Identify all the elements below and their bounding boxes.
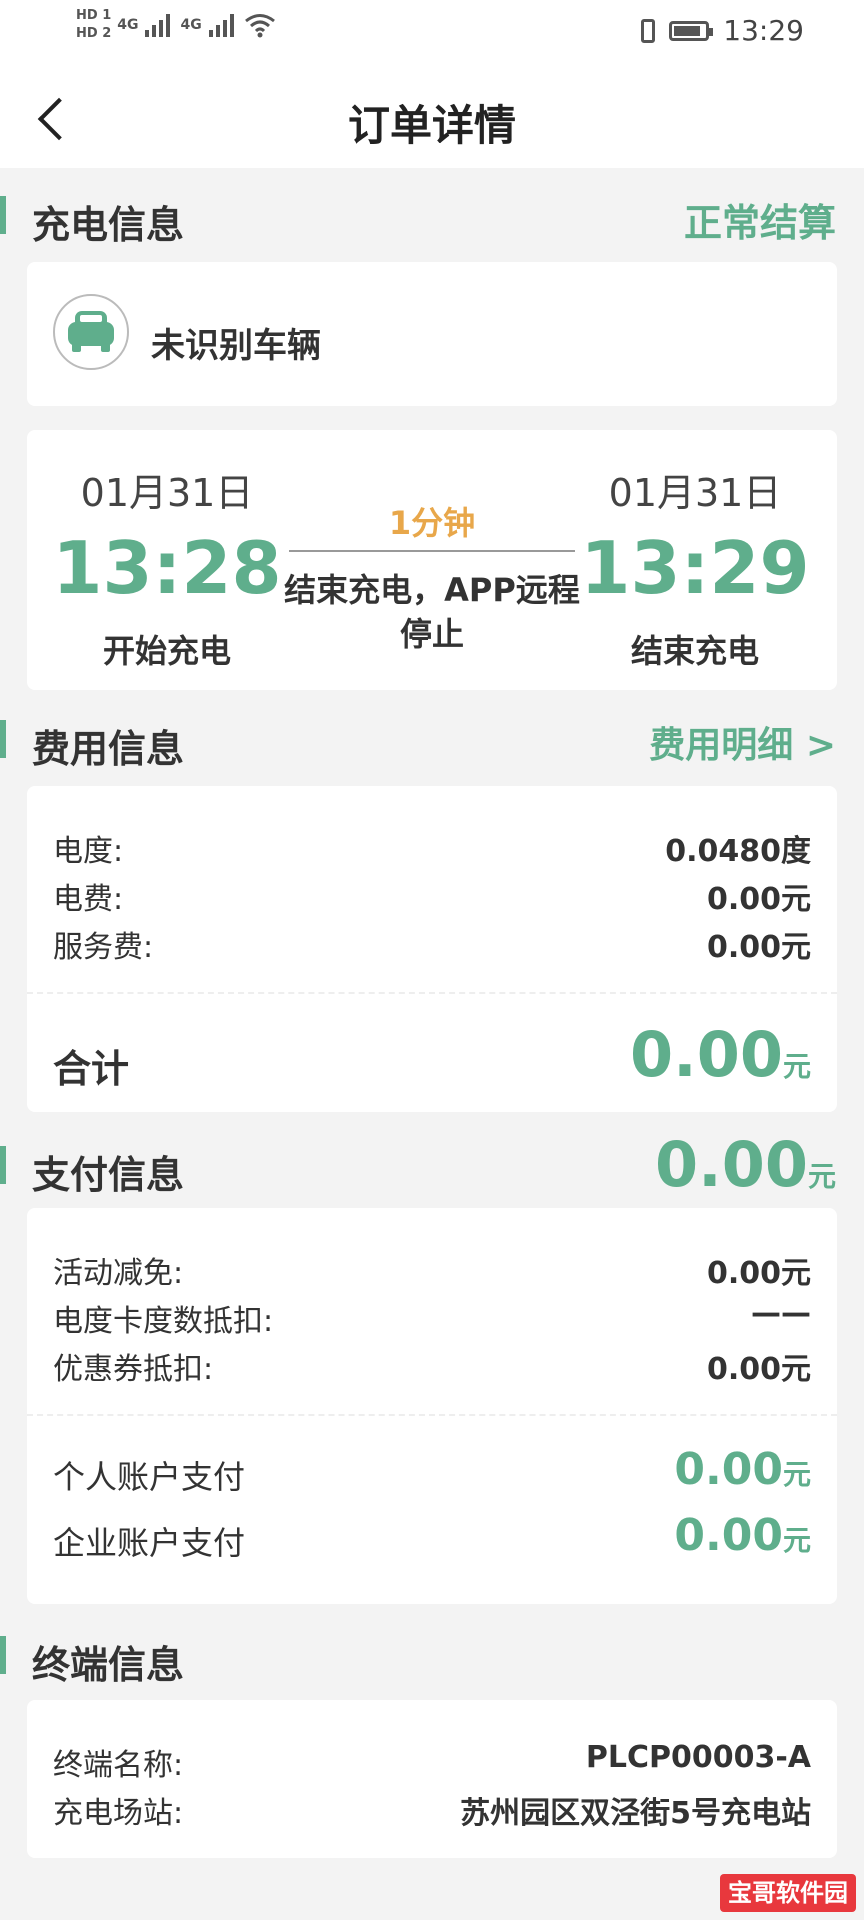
payment-row-value: —— (751, 1296, 811, 1331)
terminal-value: PLCP00003-A (585, 1740, 811, 1775)
total-label: 合计 (53, 1047, 130, 1091)
fee-row: 服务费: 0.00元 (53, 922, 811, 970)
start-time: 13:28 (52, 526, 282, 610)
section-title: 费用信息 (32, 727, 185, 771)
personal-account-label: 个人账户支付 (53, 1458, 246, 1496)
wifi-icon (244, 14, 275, 38)
status-bar-right: 13:29 (641, 14, 804, 47)
payment-label: 优惠券抵扣: (53, 1352, 214, 1387)
payment-row: 活动减免: 0.00元 (53, 1248, 811, 1296)
hd-indicators: HD 1 HD 2 (76, 8, 111, 42)
duration-divider (289, 550, 575, 552)
payment-row: 优惠券抵扣: 0.00元 (53, 1344, 811, 1392)
fee-label: 电费: (53, 882, 124, 917)
enterprise-account-label: 企业账户支付 (53, 1524, 246, 1562)
hd2-indicator: HD 2 (76, 26, 112, 41)
terminal-row: 终端名称: PLCP00003-A (53, 1740, 811, 1788)
payment-label: 电度卡度数抵扣: (53, 1304, 274, 1339)
end-reason: 结束充电，APP远程停止 (284, 571, 580, 653)
payment-amount: 0.00元 (655, 1128, 836, 1201)
payment-row-value: 0.00元 (706, 1256, 811, 1291)
terminal-value: 苏州园区双泾街5号充电站 (460, 1796, 811, 1831)
start-label: 开始充电 (102, 632, 231, 670)
fee-value: 0.00元 (706, 882, 811, 917)
terminal-card: 终端名称: PLCP00003-A 充电场站: 苏州园区双泾街5号充电站 (27, 1700, 837, 1858)
terminal-label: 终端名称: (53, 1748, 184, 1783)
battery-icon (669, 20, 714, 41)
payment-label: 活动减免: (53, 1256, 184, 1291)
payment-row-value: 0.00元 (706, 1352, 811, 1387)
vibrate-icon (641, 18, 656, 43)
total-amount: 0.00元 (630, 1018, 811, 1091)
hd1-indicator: HD 1 (76, 8, 112, 23)
fee-row: 电费: 0.00元 (53, 874, 811, 922)
signal-icon (145, 14, 171, 37)
section-accent-bar (0, 196, 6, 234)
fee-row: 电度: 0.0480度 (53, 826, 811, 874)
network-type-1: 4G (117, 17, 139, 33)
charge-duration: 1分钟 (388, 504, 476, 542)
nav-bar: 订单详情 (0, 68, 864, 168)
fee-value: 0.0480度 (665, 834, 811, 869)
status-bar-left: HD 1 HD 2 4G 4G (76, 8, 276, 42)
watermark-logo: 宝哥软件园 (720, 1874, 856, 1912)
fee-label: 电度: (53, 834, 124, 869)
status-time: 13:29 (723, 14, 804, 47)
fee-info-header: 费用信息 费用明细 > (0, 710, 864, 771)
personal-account-amount: 0.00元 (674, 1444, 811, 1495)
payment-value: 0.00 (655, 1128, 808, 1201)
battery-fill (674, 25, 701, 36)
fee-label: 服务费: (53, 930, 154, 965)
end-time: 13:29 (580, 526, 810, 610)
payment-unit: 元 (807, 1160, 836, 1193)
dashed-divider (27, 992, 837, 994)
terminal-info-header: 终端信息 (0, 1626, 864, 1687)
fee-value: 0.00元 (706, 930, 811, 965)
enterprise-account-value: 0.00 (674, 1510, 783, 1561)
fee-card: 电度: 0.0480度 电费: 0.00元 服务费: 0.00元 合计 0.00… (27, 786, 837, 1112)
terminal-row: 充电场站: 苏州园区双泾街5号充电站 (53, 1788, 811, 1836)
dashed-divider (27, 1414, 837, 1416)
status-bar: HD 1 HD 2 4G 4G 13:29 (0, 0, 864, 68)
section-title: 支付信息 (32, 1153, 185, 1197)
section-accent-bar (0, 720, 6, 758)
car-icon (53, 294, 129, 370)
fee-detail-link[interactable]: 费用明细 > (649, 716, 836, 768)
end-label: 结束充电 (630, 632, 759, 670)
enterprise-account-amount: 0.00元 (674, 1510, 811, 1561)
page-title: 订单详情 (347, 101, 516, 150)
charge-info-header: 充电信息 正常结算 (0, 186, 864, 247)
end-date: 01月31日 (608, 471, 782, 515)
enterprise-account-unit: 元 (782, 1524, 811, 1557)
vehicle-name: 未识别车辆 (151, 326, 321, 366)
personal-account-unit: 元 (782, 1458, 811, 1491)
payment-info-header: 支付信息 0.00元 (0, 1128, 864, 1202)
terminal-label: 充电场站: (53, 1796, 184, 1831)
signal-icon (208, 14, 234, 37)
vehicle-card: 未识别车辆 (27, 262, 837, 406)
payment-card: 活动减免: 0.00元 电度卡度数抵扣: —— 优惠券抵扣: 0.00元 个人账… (27, 1208, 837, 1604)
personal-account-value: 0.00 (674, 1444, 783, 1495)
total-unit: 元 (782, 1050, 811, 1083)
start-date: 01月31日 (80, 471, 254, 515)
total-value: 0.00 (630, 1018, 783, 1091)
charge-time-card: 01月31日 13:28 开始充电 1分钟 结束充电，APP远程停止 01月31… (27, 430, 837, 690)
network-type-2: 4G (180, 17, 202, 33)
section-title: 终端信息 (32, 1643, 185, 1687)
payment-row: 电度卡度数抵扣: —— (53, 1296, 811, 1344)
section-title: 充电信息 (32, 203, 185, 247)
section-accent-bar (0, 1636, 6, 1674)
section-accent-bar (0, 1146, 6, 1184)
settlement-status: 正常结算 (683, 201, 836, 245)
